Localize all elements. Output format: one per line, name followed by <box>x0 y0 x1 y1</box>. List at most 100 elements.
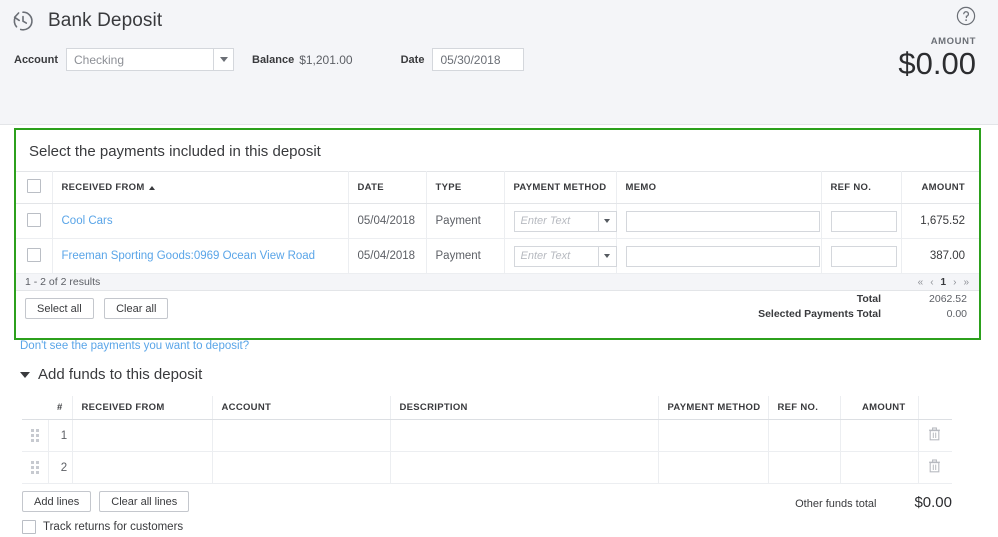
cell-account[interactable] <box>212 420 390 452</box>
history-clock-icon[interactable] <box>10 8 36 34</box>
cell-received-from[interactable] <box>72 452 212 484</box>
ref-no-input[interactable] <box>831 246 897 267</box>
add-funds-section-header[interactable]: Add funds to this deposit <box>20 366 202 383</box>
drag-handle-icon[interactable] <box>31 461 39 474</box>
column-description[interactable]: DESCRIPTION <box>390 396 658 420</box>
prev-page-button[interactable]: ‹ <box>930 277 933 288</box>
next-page-button[interactable]: › <box>953 277 956 288</box>
last-page-button[interactable]: » <box>963 277 969 288</box>
cell-ref-no[interactable] <box>768 452 840 484</box>
help-circle-icon[interactable] <box>956 6 976 26</box>
table-row[interactable]: 1 <box>22 420 952 452</box>
column-ref-no[interactable]: REF NO. <box>768 396 840 420</box>
add-funds-footer: Add lines Clear all lines Track returns … <box>22 491 952 534</box>
cell-description[interactable] <box>390 452 658 484</box>
cell-type: Payment <box>426 239 504 274</box>
column-received-from[interactable]: RECEIVED FROM <box>72 396 212 420</box>
panel-footer: Select all Clear all Total 2062.52 Selec… <box>16 291 979 319</box>
other-funds-total-label: Other funds total <box>795 498 876 510</box>
page-title: Bank Deposit <box>48 10 162 32</box>
column-type[interactable]: TYPE <box>426 172 504 204</box>
results-count: 1 - 2 of 2 results <box>25 276 100 288</box>
payment-method-placeholder: Enter Text <box>515 215 571 227</box>
chevron-down-icon[interactable] <box>598 247 616 266</box>
column-account[interactable]: ACCOUNT <box>212 396 390 420</box>
clear-all-button[interactable]: Clear all <box>104 298 168 319</box>
cell-date: 05/04/2018 <box>348 204 426 239</box>
column-ref-no[interactable]: REF NO. <box>821 172 901 204</box>
payment-method-placeholder: Enter Text <box>515 250 571 262</box>
cell-payment-method[interactable] <box>658 452 768 484</box>
cell-ref-no <box>821 239 901 274</box>
cell-memo <box>616 239 821 274</box>
payment-method-select[interactable]: Enter Text <box>514 211 617 232</box>
column-amount[interactable]: AMOUNT <box>901 172 979 204</box>
add-lines-button[interactable]: Add lines <box>22 491 91 512</box>
add-funds-title: Add funds to this deposit <box>38 366 202 383</box>
chevron-down-icon[interactable] <box>598 212 616 231</box>
add-funds-table: # RECEIVED FROM ACCOUNT DESCRIPTION PAYM… <box>22 396 952 484</box>
memo-input[interactable] <box>626 246 820 267</box>
results-bar: 1 - 2 of 2 results « ‹ 1 › » <box>16 274 979 291</box>
table-row[interactable]: 2 <box>22 452 952 484</box>
select-all-button[interactable]: Select all <box>25 298 94 319</box>
cell-amount: 387.00 <box>901 239 979 274</box>
track-returns-label: Track returns for customers <box>43 521 183 533</box>
page-header-band: Bank Deposit Account Checking Balance $1… <box>0 0 998 125</box>
cell-date: 05/04/2018 <box>348 239 426 274</box>
cell-received-from: Freeman Sporting Goods:0969 Ocean View R… <box>52 239 348 274</box>
column-payment-method[interactable]: PAYMENT METHOD <box>658 396 768 420</box>
cell-received-from[interactable] <box>72 420 212 452</box>
cell-ref-no <box>821 204 901 239</box>
row-checkbox[interactable] <box>27 213 41 227</box>
memo-input[interactable] <box>626 211 820 232</box>
selected-total-value: 0.00 <box>881 308 967 320</box>
selected-total-row: Selected Payments Total 0.00 <box>758 308 967 320</box>
date-input[interactable]: 05/30/2018 <box>432 48 524 71</box>
ref-no-input[interactable] <box>831 211 897 232</box>
cell-ref-no[interactable] <box>768 420 840 452</box>
header-checkbox[interactable] <box>27 179 41 193</box>
track-returns-checkbox[interactable] <box>22 520 36 534</box>
row-checkbox[interactable] <box>27 248 41 262</box>
chevron-down-icon[interactable] <box>213 49 233 70</box>
cell-memo <box>616 204 821 239</box>
selected-total-label: Selected Payments Total <box>758 308 881 320</box>
received-from-link[interactable]: Cool Cars <box>62 215 113 227</box>
total-label: Total <box>857 293 881 305</box>
cell-amount[interactable] <box>840 420 918 452</box>
received-from-link[interactable]: Freeman Sporting Goods:0969 Ocean View R… <box>62 250 316 262</box>
trash-icon[interactable] <box>928 459 941 473</box>
cell-amount[interactable] <box>840 452 918 484</box>
column-date[interactable]: DATE <box>348 172 426 204</box>
panel-totals: Total 2062.52 Selected Payments Total 0.… <box>758 293 967 323</box>
see-payments-link[interactable]: Don't see the payments you want to depos… <box>20 340 249 352</box>
row-index: 1 <box>48 420 72 452</box>
table-row[interactable]: Freeman Sporting Goods:0969 Ocean View R… <box>16 239 979 274</box>
cell-account[interactable] <box>212 452 390 484</box>
cell-description[interactable] <box>390 420 658 452</box>
cell-payment-method[interactable] <box>658 420 768 452</box>
column-payment-method[interactable]: PAYMENT METHOD <box>504 172 616 204</box>
total-row: Total 2062.52 <box>758 293 967 305</box>
table-row[interactable]: Cool Cars 05/04/2018 Payment Enter Text … <box>16 204 979 239</box>
payment-method-select[interactable]: Enter Text <box>514 246 617 267</box>
row-index: 2 <box>48 452 72 484</box>
collapse-triangle-icon <box>20 372 30 378</box>
sort-ascending-icon <box>149 186 155 190</box>
balance-value: $1,201.00 <box>299 53 352 67</box>
column-memo[interactable]: MEMO <box>616 172 821 204</box>
first-page-button[interactable]: « <box>918 277 924 288</box>
trash-icon[interactable] <box>928 427 941 441</box>
current-page[interactable]: 1 <box>941 277 947 288</box>
account-select[interactable]: Checking <box>66 48 234 71</box>
drag-handle-icon[interactable] <box>31 429 39 442</box>
track-returns-row: Track returns for customers <box>22 520 952 534</box>
column-received-from[interactable]: RECEIVED FROM <box>52 172 348 204</box>
date-label: Date <box>401 54 425 66</box>
cell-payment-method: Enter Text <box>504 204 616 239</box>
panel-title: Select the payments included in this dep… <box>16 130 979 160</box>
column-amount[interactable]: AMOUNT <box>840 396 918 420</box>
clear-all-lines-button[interactable]: Clear all lines <box>99 491 189 512</box>
other-funds-total: Other funds total $0.00 <box>795 494 952 511</box>
